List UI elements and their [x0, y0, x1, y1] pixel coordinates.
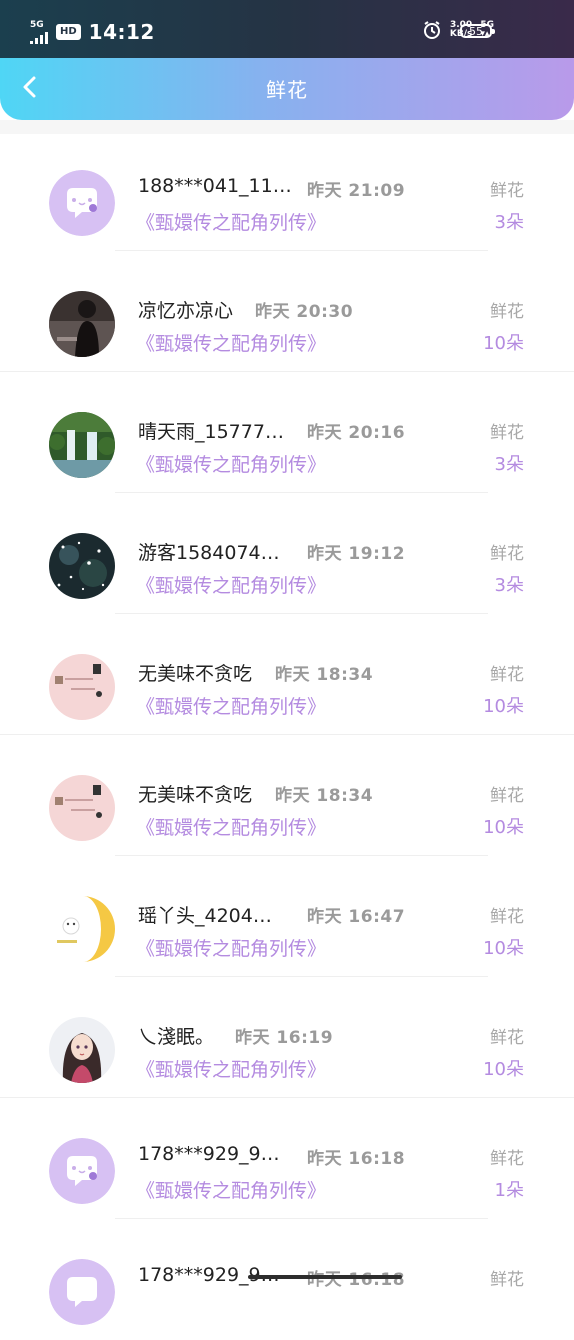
user-name[interactable]: 游客1584074…	[138, 538, 280, 565]
page-title: 鲜花	[266, 78, 308, 102]
book-title[interactable]: 《甄嬛传之配角列传》	[136, 1055, 326, 1082]
gift-count: 10朵	[483, 696, 524, 717]
book-title[interactable]: 《甄嬛传之配角列传》	[136, 571, 326, 598]
waterfall-avatar	[49, 412, 115, 478]
hd-icon: HD	[56, 24, 81, 40]
list-item[interactable]: 178***929_9… 昨天 16:18 《甄嬛传之配角列传》 鲜花 1朵	[0, 1098, 574, 1219]
gift-count: 10朵	[483, 817, 524, 838]
gift-count: 10朵	[483, 938, 524, 959]
flower-list: 188***041_11… 昨天 21:09 《甄嬛传之配角列传》 鲜花 3朵 …	[0, 130, 574, 1340]
status-left: 5G HD 14:12	[30, 20, 155, 44]
gift-type-label: 鲜花	[490, 302, 524, 322]
user-name[interactable]: 乀淺眠。	[138, 1022, 214, 1049]
reward-time: 昨天 21:09	[307, 181, 406, 201]
reward-time: 昨天 16:47	[307, 907, 406, 927]
starry-avatar	[49, 533, 115, 599]
status-time: 14:12	[88, 20, 155, 44]
user-name[interactable]: 无美味不贪吃	[138, 659, 252, 686]
user-name[interactable]: 晴天雨_15777…	[138, 417, 284, 444]
reward-time: 昨天 18:34	[275, 665, 374, 685]
anime-girl-avatar	[49, 1017, 115, 1083]
user-name[interactable]: 178***929_9…	[138, 1143, 280, 1165]
status-bar: 5G HD 14:12 3.00 KB/s 5G ▾▴ 55	[0, 0, 574, 58]
book-title[interactable]: 《甄嬛传之配角列传》	[136, 934, 326, 961]
reward-time: 昨天 18:34	[275, 786, 374, 806]
pink-note-avatar	[49, 654, 115, 720]
book-title[interactable]: 《甄嬛传之配角列传》	[136, 692, 326, 719]
signal-icon: 5G	[30, 19, 48, 44]
gift-type-label: 鲜花	[490, 786, 524, 806]
user-name[interactable]: 凉忆亦凉心	[138, 296, 233, 323]
default-chat-avatar	[49, 1138, 115, 1204]
list-item[interactable]: 晴天雨_15777… 昨天 20:16 《甄嬛传之配角列传》 鲜花 3朵	[0, 372, 574, 493]
list-item[interactable]: 无美味不贪吃 昨天 18:34 《甄嬛传之配角列传》 鲜花 10朵	[0, 614, 574, 735]
reward-time: 昨天 19:12	[307, 544, 406, 564]
gift-type-label: 鲜花	[490, 665, 524, 685]
book-title[interactable]: 《甄嬛传之配角列传》	[136, 208, 326, 235]
battery-icon: 55	[460, 24, 495, 38]
network-type: 5G	[30, 19, 44, 30]
gift-count: 3朵	[494, 454, 524, 475]
reward-time: 昨天 16:19	[235, 1028, 334, 1048]
gift-type-label: 鲜花	[490, 907, 524, 927]
default-chat-avatar	[49, 1259, 115, 1325]
user-name[interactable]: 瑶丫头_4204…	[138, 901, 272, 928]
gift-count: 3朵	[494, 575, 524, 596]
reward-time: 昨天 20:30	[255, 302, 354, 322]
gift-type-label: 鲜花	[490, 1270, 524, 1290]
default-chat-avatar	[49, 170, 115, 236]
gift-type-label: 鲜花	[490, 423, 524, 443]
list-item[interactable]: 瑶丫头_4204… 昨天 16:47 《甄嬛传之配角列传》 鲜花 10朵	[0, 856, 574, 977]
list-item[interactable]: 游客1584074… 昨天 19:12 《甄嬛传之配角列传》 鲜花 3朵	[0, 493, 574, 614]
alarm-icon	[423, 21, 440, 39]
user-name[interactable]: 无美味不贪吃	[138, 780, 252, 807]
gift-count: 3朵	[494, 212, 524, 233]
reward-time: 昨天 16:18	[307, 1149, 406, 1169]
list-item[interactable]: 乀淺眠。 昨天 16:19 《甄嬛传之配角列传》 鲜花 10朵	[0, 977, 574, 1098]
gift-type-label: 鲜花	[490, 1149, 524, 1169]
gift-count: 10朵	[483, 1059, 524, 1080]
user-name[interactable]: 188***041_11…	[138, 175, 292, 197]
pink-note-avatar	[49, 775, 115, 841]
gift-type-label: 鲜花	[490, 181, 524, 201]
book-title[interactable]: 《甄嬛传之配角列传》	[136, 1176, 326, 1203]
reward-time: 昨天 20:16	[307, 423, 406, 443]
gift-type-label: 鲜花	[490, 1028, 524, 1048]
list-item[interactable]: 凉忆亦凉心 昨天 20:30 《甄嬛传之配角列传》 鲜花 10朵	[0, 251, 574, 372]
home-indicator	[248, 1275, 402, 1279]
dark-photo-avatar	[49, 291, 115, 357]
yellow-moon-avatar	[49, 896, 115, 962]
gift-count: 10朵	[483, 333, 524, 354]
list-item[interactable]: 无美味不贪吃 昨天 18:34 《甄嬛传之配角列传》 鲜花 10朵	[0, 735, 574, 856]
book-title[interactable]: 《甄嬛传之配角列传》	[136, 329, 326, 356]
gift-count: 1朵	[494, 1180, 524, 1201]
book-title[interactable]: 《甄嬛传之配角列传》	[136, 813, 326, 840]
book-title[interactable]: 《甄嬛传之配角列传》	[136, 450, 326, 477]
list-item[interactable]: 188***041_11… 昨天 21:09 《甄嬛传之配角列传》 鲜花 3朵	[0, 130, 574, 251]
gift-type-label: 鲜花	[490, 544, 524, 564]
